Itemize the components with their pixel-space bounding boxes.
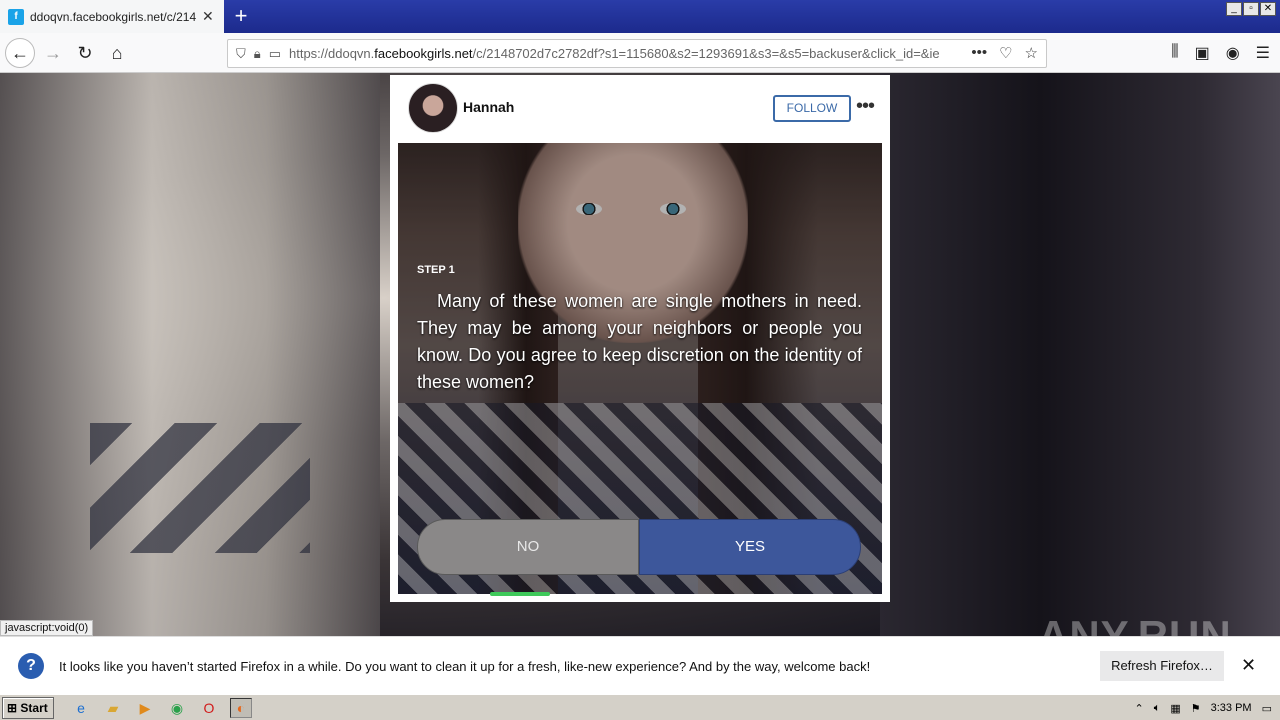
toolbar-right: ⫼ ▣ ◉ ☰ (1171, 43, 1270, 63)
maximize-button[interactable]: ▫ (1243, 2, 1259, 16)
status-bar: javascript:void(0) (0, 620, 94, 636)
follow-button[interactable]: FOLLOW (773, 95, 851, 122)
media-player-icon[interactable]: ▶ (134, 698, 156, 718)
taskbar: ⊞ Start e ▰ ▶ ◉ O ◐ ⌃ 🔈︎ ▦ ⚑ 3:33 PM ▭ (0, 694, 1280, 720)
close-window-button[interactable]: ✕ (1260, 2, 1276, 16)
internet-explorer-icon[interactable]: e (70, 698, 92, 718)
site-favicon-icon: f (8, 8, 24, 25)
tab-close-icon[interactable]: ✕ (202, 8, 214, 25)
url-actions: ••• ♡ ☆ (971, 44, 1038, 62)
username[interactable]: Hannah (463, 99, 514, 115)
start-button[interactable]: ⊞ Start (2, 697, 54, 719)
question-text: Many of these women are single mothers i… (417, 291, 862, 392)
account-icon[interactable]: ◉ (1226, 43, 1240, 63)
library-icon[interactable]: ⫼ (1171, 43, 1178, 63)
post-photo: STEP 1 Many of these women are single mo… (398, 143, 882, 594)
window-controls: _ ▫ ✕ (1226, 2, 1276, 16)
reload-button[interactable]: ↻ (70, 38, 100, 68)
post-card: Hannah FOLLOW ••• STEP 1 Many of these w… (390, 75, 890, 602)
sidebar-icon[interactable]: ▣ (1195, 43, 1210, 63)
refresh-notification: ? It looks like you haven’t started Fire… (0, 636, 1280, 694)
yes-button[interactable]: YES (639, 519, 861, 575)
flag-icon[interactable]: ⚑ (1191, 702, 1201, 715)
tab-strip: f ddoqvn.facebookgirls.net/c/2148702d7c2… (0, 0, 1280, 33)
new-tab-button[interactable]: + (228, 4, 254, 28)
show-desktop-icon[interactable]: ▭ (1262, 702, 1272, 715)
firefox-icon[interactable]: ◐ (230, 698, 252, 718)
home-button[interactable]: ⌂ (102, 38, 132, 68)
tray-expand-icon[interactable]: ⌃ (1135, 702, 1144, 715)
url-domain: facebookgirls.net (374, 46, 473, 61)
url-prefix: https://ddoqvn. (288, 46, 375, 61)
page-actions-icon[interactable]: ••• (971, 44, 987, 62)
step-label: STEP 1 (417, 264, 455, 276)
navigation-toolbar: ← → ↻ ⌂ ⛉ 🔒︎ ▭ https://ddoqvn.facebookgi… (0, 33, 1280, 73)
start-label: Start (20, 701, 48, 715)
more-options-icon[interactable]: ••• (856, 95, 875, 118)
background-blur-right (880, 73, 1280, 636)
pocket-icon[interactable]: ♡ (999, 44, 1012, 62)
lock-icon[interactable]: 🔒︎ (254, 46, 261, 62)
no-button[interactable]: NO (417, 519, 639, 575)
opera-icon[interactable]: O (198, 698, 220, 718)
forward-button[interactable]: → (38, 38, 68, 68)
clock[interactable]: 3:33 PM (1211, 702, 1252, 714)
volume-icon[interactable]: 🔈︎ (1154, 702, 1161, 715)
background-sweater-pattern (90, 423, 310, 553)
minimize-button[interactable]: _ (1226, 2, 1242, 16)
page-info-icon[interactable]: ▭ (269, 46, 281, 62)
shield-icon[interactable]: ⛉ (236, 46, 246, 62)
progress-bar (490, 592, 550, 596)
url-bar[interactable]: ⛉ 🔒︎ ▭ https://ddoqvn.facebookgirls.net/… (227, 39, 1047, 68)
answer-buttons: NO YES (417, 519, 861, 575)
refresh-firefox-button[interactable]: Refresh Firefox… (1100, 651, 1224, 681)
system-tray: ⌃ 🔈︎ ▦ ⚑ 3:33 PM ▭ (1127, 697, 1280, 719)
notification-message: It looks like you haven’t started Firefo… (59, 659, 871, 674)
url-text[interactable]: https://ddoqvn.facebookgirls.net/c/21487… (289, 46, 949, 61)
watermark-logo: ANY.RUN (1038, 612, 1232, 636)
question-icon: ? (18, 653, 44, 679)
url-path: /c/2148702d7c2782df?s1=115680&s2=1293691… (472, 46, 940, 61)
chrome-icon[interactable]: ◉ (166, 698, 188, 718)
tab-title: ddoqvn.facebookgirls.net/c/2148702d7c278… (30, 9, 196, 24)
browser-tab[interactable]: f ddoqvn.facebookgirls.net/c/2148702d7c2… (0, 0, 224, 33)
back-button[interactable]: ← (5, 38, 35, 68)
close-notification-icon[interactable]: ✕ (1241, 655, 1256, 676)
network-icon[interactable]: ▦ (1170, 702, 1180, 715)
post-header: Hannah FOLLOW ••• (390, 75, 890, 143)
page-content: Hannah FOLLOW ••• STEP 1 Many of these w… (0, 73, 1280, 636)
folder-icon[interactable]: ▰ (102, 698, 124, 718)
avatar[interactable] (408, 83, 458, 133)
taskbar-apps: e ▰ ▶ ◉ O ◐ (70, 698, 252, 718)
menu-icon[interactable]: ☰ (1256, 43, 1270, 63)
bookmark-star-icon[interactable]: ☆ (1025, 44, 1038, 62)
